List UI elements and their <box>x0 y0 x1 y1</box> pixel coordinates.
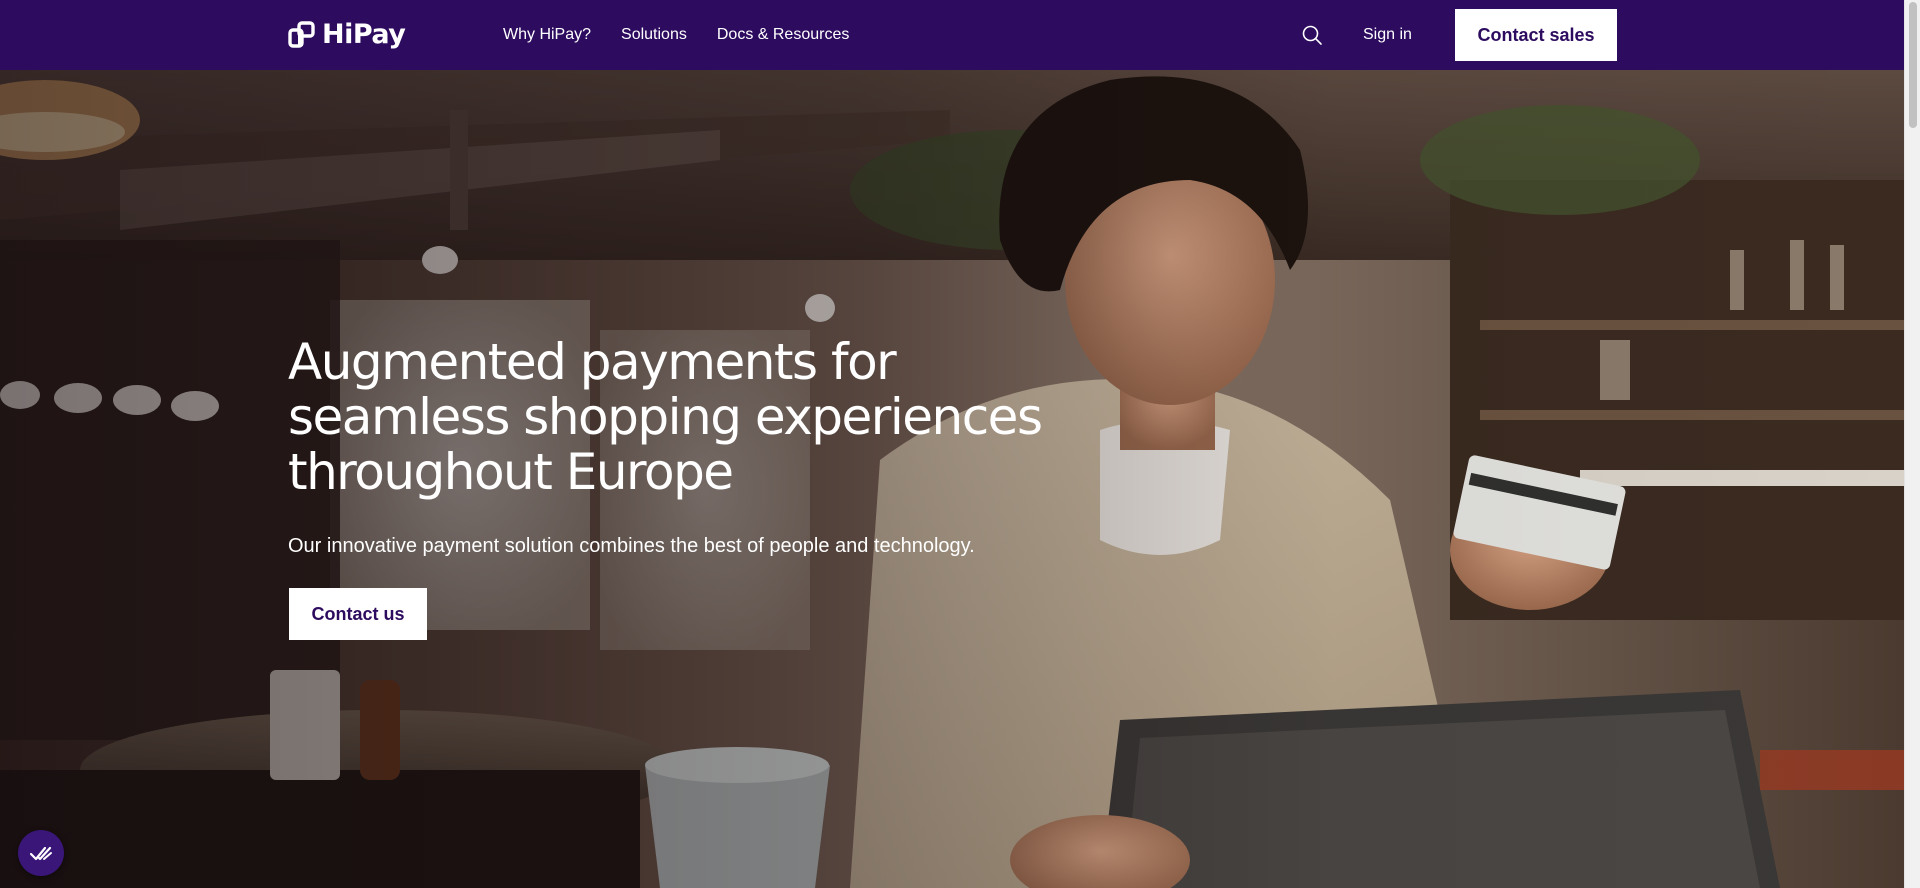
sign-in-link[interactable]: Sign in <box>1363 0 1412 70</box>
top-navbar: HiPay Why HiPay? Solutions Docs & Resour… <box>0 0 1904 70</box>
contact-us-button[interactable]: Contact us <box>289 588 427 640</box>
primary-nav: Why HiPay? Solutions Docs & Resources <box>503 0 849 70</box>
nav-solutions[interactable]: Solutions <box>621 26 687 44</box>
logo-wordmark: HiPay <box>322 19 406 50</box>
scrollbar-thumb[interactable] <box>1909 2 1917 128</box>
floating-widget-button[interactable] <box>18 830 64 876</box>
page-scrollbar[interactable] <box>1904 0 1920 888</box>
nav-why-hipay[interactable]: Why HiPay? <box>503 26 591 44</box>
search-button[interactable] <box>1300 23 1324 47</box>
hipay-logo[interactable]: HiPay <box>288 17 406 53</box>
page: HiPay Why HiPay? Solutions Docs & Resour… <box>0 0 1920 888</box>
hero-title: Augmented payments for seamless shopping… <box>288 333 1043 501</box>
search-icon <box>1302 25 1322 45</box>
contact-sales-button[interactable]: Contact sales <box>1455 9 1617 61</box>
hero-section: Augmented payments for seamless shopping… <box>0 70 1904 888</box>
double-check-icon <box>29 846 52 861</box>
hero-subtitle: Our innovative payment solution combines… <box>288 535 975 557</box>
hipay-logo-icon <box>288 21 315 48</box>
nav-docs-resources[interactable]: Docs & Resources <box>717 26 850 44</box>
